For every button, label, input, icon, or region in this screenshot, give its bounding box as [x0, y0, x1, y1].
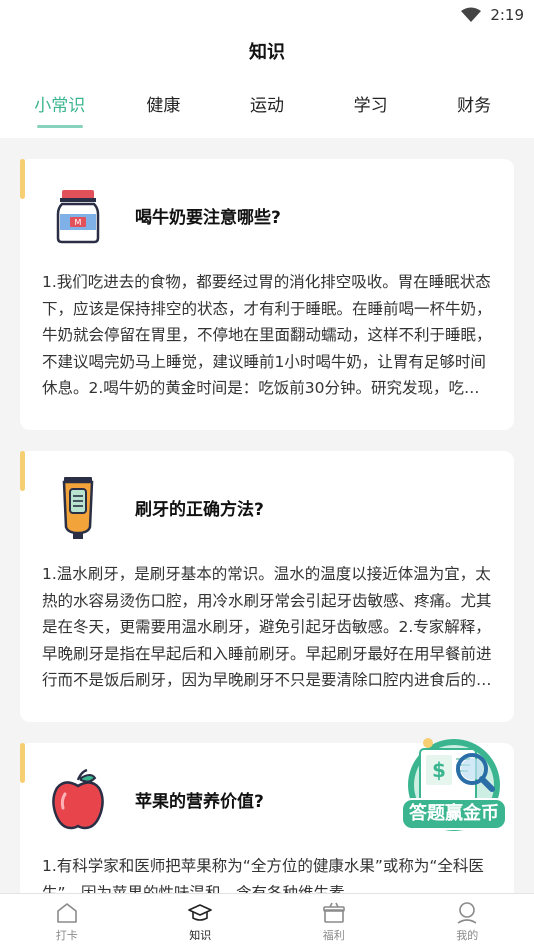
home-icon	[56, 902, 77, 923]
nav-welfare[interactable]: 福利	[267, 894, 401, 949]
nav-mine[interactable]: 我的	[401, 894, 534, 949]
svg-text:$: $	[432, 758, 446, 782]
status-time: 2:19	[490, 6, 524, 24]
graduation-cap-icon	[188, 903, 213, 921]
toothpaste-icon	[48, 473, 108, 543]
nav-label: 我的	[456, 928, 479, 942]
article-title: 刷牙的正确方法?	[135, 500, 264, 520]
article-card-milk[interactable]: M 喝牛奶要注意哪些? 1.我们吃进去的食物，都要经过胃的消化排空吸收。胃在睡眠…	[20, 159, 514, 430]
nav-label: 知识	[189, 928, 212, 942]
quiz-reward-label: 答题赢金币	[409, 803, 499, 824]
article-card-toothbrush[interactable]: 刷牙的正确方法? 1.温水刷牙，是刷牙基本的常识。温水的温度以接近体温为宜，太热…	[20, 451, 514, 722]
milk-bottle-icon: M	[48, 181, 108, 251]
apple-icon	[48, 765, 108, 835]
article-excerpt: 1.有科学家和医师把苹果称为“全方位的健康水果”或称为“全科医生”。因为苹果的性…	[42, 857, 484, 893]
header: 知识 小常识 健康 运动 学习 财务	[0, 30, 534, 138]
nav-label: 福利	[322, 928, 345, 942]
tab-tips[interactable]: 小常识	[15, 94, 105, 130]
article-title: 苹果的营养价值?	[135, 792, 264, 812]
svg-text:M: M	[75, 218, 82, 227]
article-title: 喝牛奶要注意哪些?	[135, 208, 281, 228]
user-icon	[457, 901, 477, 924]
status-bar: 2:19	[0, 0, 534, 30]
tab-health[interactable]: 健康	[118, 94, 208, 130]
card-accent-bar	[20, 159, 25, 199]
wifi-icon	[461, 7, 482, 22]
page-title: 知识	[249, 42, 285, 63]
card-accent-bar	[20, 743, 25, 783]
article-excerpt: 1.我们吃进去的食物，都要经过胃的消化排空吸收。胃在睡眠状态下，应该是保持排空的…	[42, 273, 492, 397]
card-accent-bar	[20, 451, 25, 491]
nav-checkin[interactable]: 打卡	[0, 894, 134, 949]
category-tabs: 小常识 健康 运动 学习 财务	[0, 94, 534, 130]
gift-icon	[322, 902, 345, 923]
article-excerpt: 1.温水刷牙，是刷牙基本的常识。温水的温度以接近体温为宜，太热的水容易烫伤口腔，…	[42, 565, 492, 689]
tab-finance[interactable]: 财务	[429, 94, 519, 130]
tab-study[interactable]: 学习	[326, 94, 416, 130]
bottom-nav: 打卡 知识 福利 我的	[0, 893, 534, 949]
nav-label: 打卡	[55, 928, 78, 942]
tab-sports[interactable]: 运动	[222, 94, 312, 130]
nav-knowledge[interactable]: 知识	[134, 894, 268, 949]
quiz-reward-button[interactable]: $ 答题赢金币	[398, 735, 510, 835]
